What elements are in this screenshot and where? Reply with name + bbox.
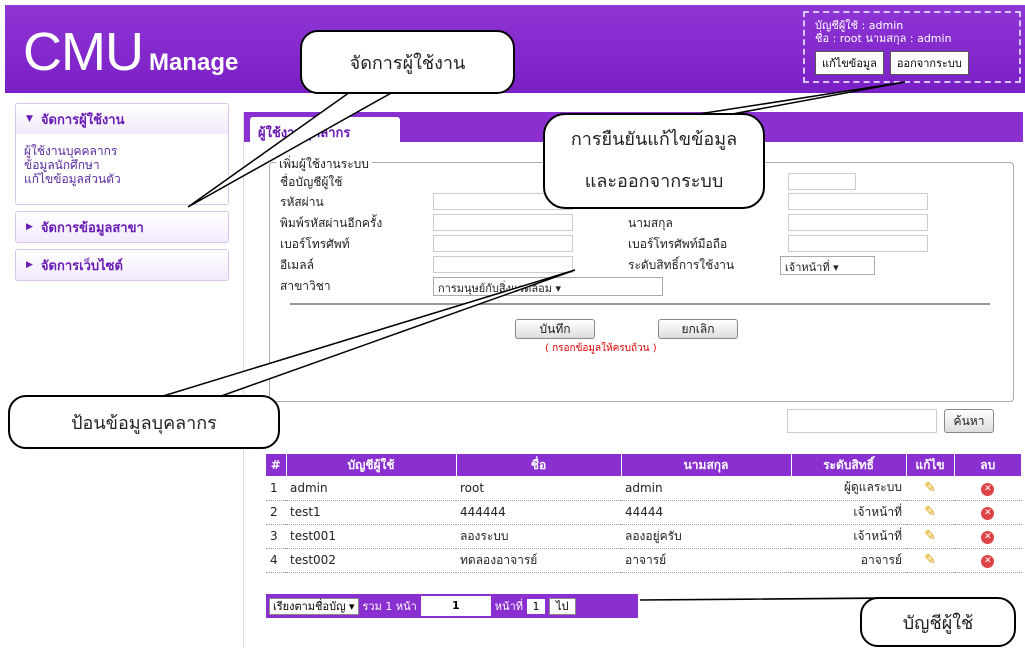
callout-confirm-edit: การยืนยันแก้ไขข้อมูล และออกจากระบบ: [543, 113, 765, 209]
callout-manage-users: จัดการผู้ใช้งาน: [300, 30, 515, 94]
callout-enter-staff: ป้อนข้อมูลบุคลากร: [8, 395, 280, 449]
callout-pointers: [149, 81, 911, 601]
callout-user-account: บัญชีผู้ใช้: [860, 597, 1016, 647]
